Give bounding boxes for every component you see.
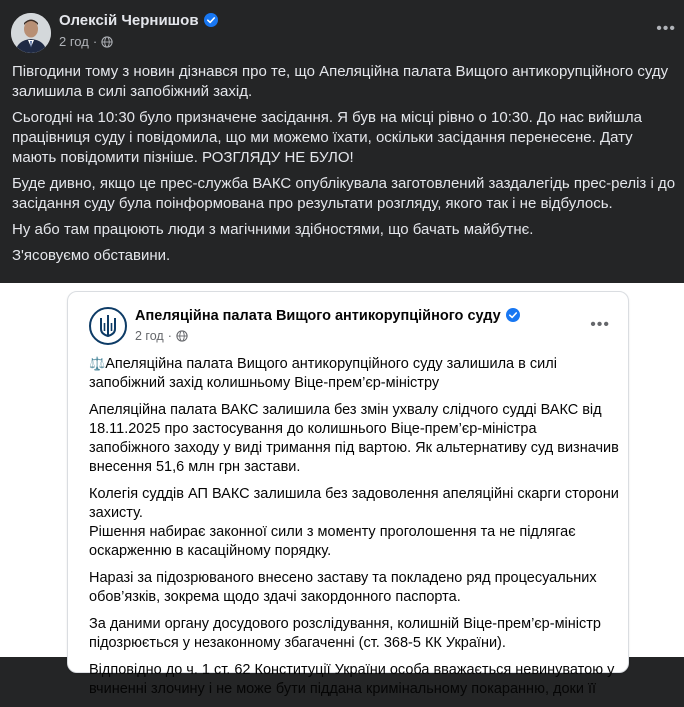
embedded-post-meta: 2 год · — [135, 329, 188, 343]
meta-separator: · — [167, 329, 172, 343]
author-name-text[interactable]: Олексій Чернишов — [59, 12, 199, 29]
embedded-screenshot: Апеляційна палата Вищого антикорупційног… — [0, 283, 684, 697]
embedded-post-paragraph: За даними органу досудового розслідуванн… — [89, 616, 601, 651]
globe-icon — [176, 330, 188, 342]
more-options-icon[interactable]: ••• — [590, 316, 610, 334]
post-paragraph: Буде дивно, якщо це прес-служба ВАКС опу… — [12, 175, 676, 212]
more-options-icon[interactable]: ••• — [656, 20, 676, 38]
avatar-photo-icon — [11, 13, 51, 53]
embedded-post-time[interactable]: 2 год — [135, 329, 164, 343]
globe-icon — [101, 36, 113, 48]
facebook-post: Олексій Чернишов 2 год · ••• Півгодини то… — [0, 0, 684, 283]
embedded-post-paragraph: Наразі за підозрюваного внесено заставу … — [89, 570, 597, 605]
embedded-author-name-text[interactable]: Апеляційна палата Вищого антикорупційног… — [135, 308, 501, 324]
meta-separator: · — [92, 34, 98, 49]
post-paragraph: Півгодини тому з новин дізнався про те, … — [12, 63, 669, 100]
embedded-post-card: Апеляційна палата Вищого антикорупційног… — [67, 291, 629, 697]
trident-logo-icon — [100, 315, 116, 338]
embedded-post-paragraph: Колегія суддів АП ВАКС залишила без задо… — [89, 486, 619, 521]
scales-icon: ⚖️ — [89, 356, 106, 371]
embedded-post-paragraph: Апеляційна палата ВАКС залишила без змін… — [89, 402, 619, 475]
org-avatar[interactable] — [89, 307, 127, 345]
embedded-author-name[interactable]: Апеляційна палата Вищого антикорупційног… — [135, 308, 520, 324]
author-name[interactable]: Олексій Чернишов — [59, 12, 218, 29]
embedded-post-headline: Апеляційна палата Вищого антикорупційног… — [89, 356, 557, 391]
post-paragraph: Сьогодні на 10:30 було призначене засіда… — [12, 109, 642, 166]
embedded-post-body: ⚖️Апеляційна палата Вищого антикорупційн… — [89, 354, 619, 707]
post-time[interactable]: 2 год — [59, 34, 89, 49]
post-body: Півгодини тому з новин дізнався про те, … — [12, 62, 676, 272]
author-avatar[interactable] — [11, 13, 51, 53]
verified-badge-icon — [505, 308, 520, 322]
embedded-post-paragraph: ⚖️Апеляційна палата Вищого антикорупційн… — [89, 354, 619, 393]
post-meta: 2 год · — [59, 34, 113, 49]
embedded-post-paragraph: Відповідно до ч. 1 ст. 62 Конституції Ук… — [89, 662, 615, 697]
post-paragraph: З'ясовуємо обставини. — [12, 247, 171, 264]
post-paragraph: Ну або там працюють люди з магічними зді… — [12, 221, 534, 238]
verified-badge-icon — [203, 13, 218, 27]
embedded-post-paragraph: Рішення набирає законної сили з моменту … — [89, 524, 576, 559]
